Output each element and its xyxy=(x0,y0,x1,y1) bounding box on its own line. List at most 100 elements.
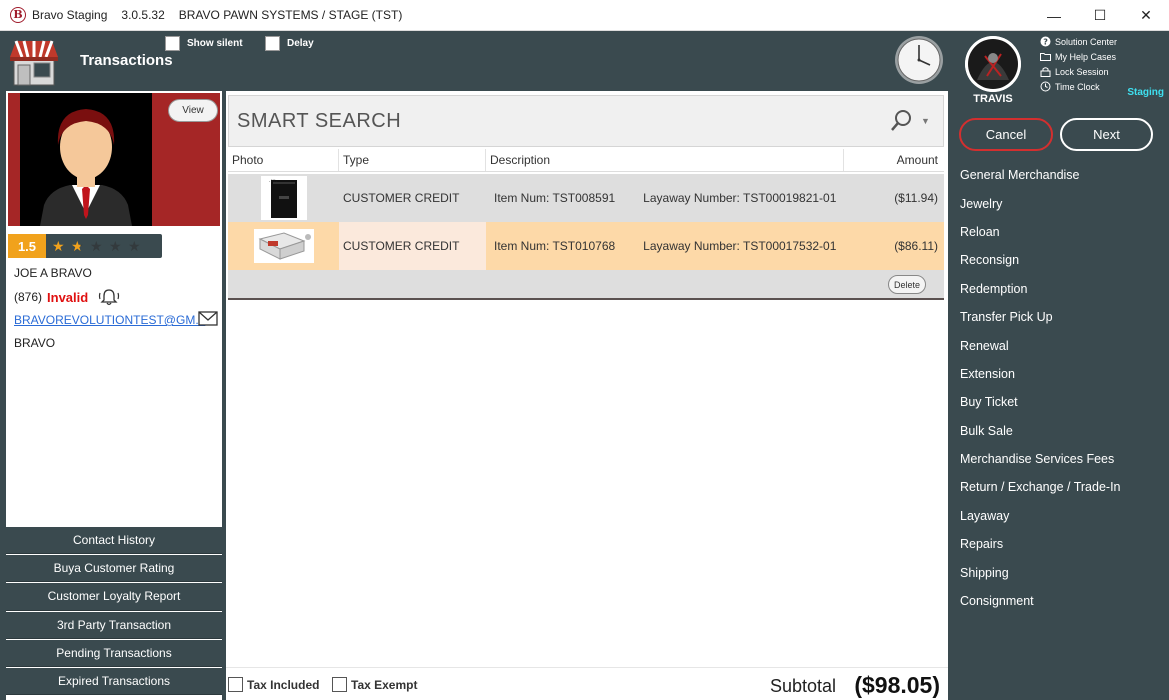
menu-merchandise-services-fees[interactable]: Merchandise Services Fees xyxy=(960,445,1121,473)
customer-avatar-icon xyxy=(40,109,132,226)
totals-footer: Tax Included Tax Exempt Subtotal ($98.05… xyxy=(226,667,948,700)
star-half-icon: ★ xyxy=(71,238,90,255)
customer-rating: 1.5 ★ ★ ★ ★ ★ xyxy=(8,234,162,258)
store-icon[interactable] xyxy=(8,37,60,87)
delay-checkbox[interactable]: Delay xyxy=(265,36,314,51)
tax-included-box[interactable] xyxy=(228,677,243,692)
star-empty-icon: ★ xyxy=(109,237,122,254)
user-avatar[interactable] xyxy=(965,36,1021,92)
customer-photo: View xyxy=(8,93,220,226)
folder-icon xyxy=(1040,51,1051,62)
bell-icon[interactable] xyxy=(98,288,120,306)
transaction-area: ▼ Photo Type Description Amount .:::. CU… xyxy=(226,91,948,700)
delay-box[interactable] xyxy=(265,36,280,51)
search-icon[interactable] xyxy=(889,108,915,134)
lock-icon xyxy=(1040,66,1051,77)
menu-renewal[interactable]: Renewal xyxy=(960,331,1121,359)
menu-reconsign[interactable]: Reconsign xyxy=(960,246,1121,274)
customer-name: JOE A BRAVO xyxy=(14,266,92,280)
col-description[interactable]: Description xyxy=(486,149,844,171)
menu-shipping[interactable]: Shipping xyxy=(960,558,1121,586)
close-button[interactable]: ✕ xyxy=(1123,0,1169,31)
help-cases-link[interactable]: My Help Cases xyxy=(1040,49,1117,64)
item-photo xyxy=(228,222,339,270)
row-layaway-num: Layaway Number: TST00017532-01 xyxy=(643,239,837,253)
pending-transactions-button[interactable]: Pending Transactions xyxy=(6,639,222,667)
menu-consignment[interactable]: Consignment xyxy=(960,587,1121,615)
col-type[interactable]: Type xyxy=(339,149,486,171)
menu-bulk-sale[interactable]: Bulk Sale xyxy=(960,417,1121,445)
clock-icon[interactable] xyxy=(894,35,944,85)
third-party-transaction-button[interactable]: 3rd Party Transaction xyxy=(6,611,222,639)
menu-return-exchange-trade-in[interactable]: Return / Exchange / Trade-In xyxy=(960,473,1121,501)
tax-exempt-box[interactable] xyxy=(332,677,347,692)
star-empty-icon: ★ xyxy=(90,237,103,254)
row-description: Item Num: TST008591 Layaway Number: TST0… xyxy=(486,174,844,222)
quick-links: ? Solution Center My Help Cases Lock Ses… xyxy=(1040,34,1117,94)
solution-center-label: Solution Center xyxy=(1055,36,1118,47)
rating-value: 1.5 xyxy=(8,234,46,258)
loyalty-report-button[interactable]: Customer Loyalty Report xyxy=(6,583,222,611)
mail-icon[interactable] xyxy=(198,311,218,326)
menu-extension[interactable]: Extension xyxy=(960,360,1121,388)
chevron-down-icon[interactable]: ▼ xyxy=(921,116,935,126)
expired-transactions-button[interactable]: Expired Transactions xyxy=(6,667,222,696)
customer-photo-frame xyxy=(20,93,152,226)
show-silent-box[interactable] xyxy=(165,36,180,51)
app-logo-icon: B xyxy=(10,7,26,23)
transaction-type-menu: General Merchandise Jewelry Reloan Recon… xyxy=(960,161,1121,615)
smart-search: ▼ xyxy=(228,95,944,147)
menu-layaway[interactable]: Layaway xyxy=(960,502,1121,530)
tax-exempt-checkbox[interactable]: Tax Exempt xyxy=(332,677,417,692)
contact-history-button[interactable]: Contact History xyxy=(6,527,222,555)
row-amount: ($86.11) xyxy=(894,239,938,253)
table-row-selected[interactable]: CUSTOMER CREDIT Item Num: TST010768 Laya… xyxy=(228,222,944,270)
view-photo-button[interactable]: View xyxy=(168,99,218,122)
phone-area: (876) xyxy=(14,290,43,304)
console-image: .:::. xyxy=(260,176,307,220)
subtotal-value: ($98.05) xyxy=(854,672,940,698)
user-avatar-icon xyxy=(965,36,1021,92)
menu-repairs[interactable]: Repairs xyxy=(960,530,1121,558)
menu-buy-ticket[interactable]: Buy Ticket xyxy=(960,388,1121,416)
cancel-button[interactable]: Cancel xyxy=(959,118,1053,151)
delete-button[interactable]: Delete xyxy=(888,275,926,294)
col-amount[interactable]: Amount xyxy=(844,149,944,171)
menu-reloan[interactable]: Reloan xyxy=(960,218,1121,246)
user-name: TRAVIS xyxy=(973,93,1013,105)
menu-jewelry[interactable]: Jewelry xyxy=(960,189,1121,217)
solution-center-link[interactable]: ? Solution Center xyxy=(1040,34,1117,49)
svg-text:?: ? xyxy=(1043,38,1048,47)
minimize-button[interactable]: — xyxy=(1031,0,1077,31)
buya-rating-button[interactable]: Buya Customer Rating xyxy=(6,555,222,583)
subtotal-label: Subtotal xyxy=(770,676,837,696)
menu-redemption[interactable]: Redemption xyxy=(960,275,1121,303)
delay-label: Delay xyxy=(287,38,314,49)
row-type: CUSTOMER CREDIT xyxy=(339,222,486,270)
tax-included-checkbox[interactable]: Tax Included xyxy=(228,677,319,692)
next-button[interactable]: Next xyxy=(1060,118,1153,151)
time-clock-link[interactable]: Time Clock xyxy=(1040,79,1117,94)
environment-badge: Staging xyxy=(1127,87,1164,98)
tax-included-label: Tax Included xyxy=(247,677,320,692)
row-actions-strip: Delete xyxy=(228,270,944,300)
window-controls: — ☐ ✕ xyxy=(1031,0,1169,31)
col-photo[interactable]: Photo xyxy=(228,149,339,171)
smart-search-input[interactable] xyxy=(229,96,889,146)
help-cases-label: My Help Cases xyxy=(1055,51,1117,62)
menu-transfer-pick-up[interactable]: Transfer Pick Up xyxy=(960,303,1121,331)
maximize-button[interactable]: ☐ xyxy=(1077,0,1123,31)
app-version: 3.0.5.32 xyxy=(121,8,165,22)
menu-general-merchandise[interactable]: General Merchandise xyxy=(960,161,1121,189)
show-silent-label: Show silent xyxy=(187,38,243,49)
page-header: Transactions Show silent Delay xyxy=(0,31,950,91)
title-bar: B Bravo Staging 3.0.5.32 BRAVO PAWN SYST… xyxy=(0,0,1169,31)
show-silent-checkbox[interactable]: Show silent xyxy=(165,36,243,51)
table-row[interactable]: .:::. CUSTOMER CREDIT Item Num: TST00859… xyxy=(228,174,944,222)
lock-session-link[interactable]: Lock Session xyxy=(1040,64,1117,79)
time-clock-icon xyxy=(1040,81,1051,92)
page-title: Transactions xyxy=(80,52,173,69)
customer-phone: (876) Invalid xyxy=(14,288,120,306)
customer-email-link[interactable]: BRAVOREVOLUTIONTEST@GM... xyxy=(14,313,205,327)
customer-company: BRAVO xyxy=(14,336,56,350)
